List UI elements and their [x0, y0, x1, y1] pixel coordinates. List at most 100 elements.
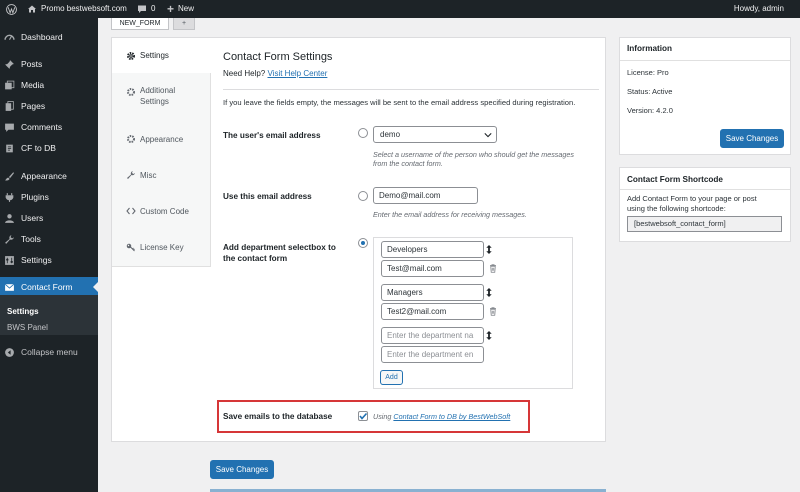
username-select-value: demo: [380, 130, 401, 139]
shortcode-description: Add Contact Form to your page or post us…: [627, 194, 757, 214]
sidebar-item-dashboard[interactable]: Dashboard: [0, 27, 98, 47]
sort-handle-icon[interactable]: [486, 331, 492, 340]
sidebar-item-media[interactable]: Media: [0, 75, 98, 95]
new-label: New: [178, 4, 195, 13]
new-content-link[interactable]: + New: [167, 0, 194, 18]
plus-icon: +: [167, 2, 175, 16]
add-form-tab[interactable]: +: [173, 18, 195, 30]
save-db-description: Using Contact Form to DB by BestWebSoft: [373, 412, 510, 421]
save-db-checkbox[interactable]: [358, 411, 368, 421]
sidebar-item-settings[interactable]: Settings: [0, 250, 98, 270]
collapse-menu-button[interactable]: Collapse menu: [0, 342, 98, 362]
tab-settings[interactable]: Settings: [112, 38, 212, 73]
cf-to-db-link[interactable]: Contact Form to DB by BestWebSoft: [393, 412, 510, 421]
department-radio[interactable]: [358, 238, 368, 248]
site-home-link[interactable]: Promo bestwebsoft.com: [27, 0, 127, 18]
sidebar-item-plugins[interactable]: Plugins: [0, 187, 98, 207]
media-icon: [4, 80, 15, 91]
shortcode-field[interactable]: [bestwebsoft_contact_form]: [627, 216, 782, 232]
collapse-menu-label: Collapse menu: [21, 347, 78, 357]
add-department-button[interactable]: Add: [380, 370, 403, 385]
settings-icon: [4, 255, 15, 266]
pushpin-icon: [4, 59, 15, 70]
tab-label: Custom Code: [140, 206, 189, 216]
user-email-label: The user's email address: [223, 131, 321, 140]
custom-email-label: Use this email address: [223, 192, 312, 201]
department-email-input[interactable]: Test2@mail.com: [381, 303, 484, 320]
save-db-label: Save emails to the database: [223, 412, 333, 421]
admin-bar: Promo bestwebsoft.com 0 + New Howdy, adm…: [0, 0, 800, 18]
form-tab-new-form[interactable]: NEW_FORM: [111, 18, 169, 30]
save-changes-button[interactable]: Save Changes: [210, 460, 274, 479]
plug-icon: [4, 192, 15, 203]
admin-sidebar: Dashboard Posts Media Pages Comments CF …: [0, 18, 98, 492]
tab-license-key[interactable]: License Key: [112, 240, 211, 254]
desc-line: from the contact form.: [373, 159, 443, 168]
sort-handle-icon[interactable]: [486, 245, 492, 254]
tab-label: Additional Settings: [140, 86, 176, 106]
department-email-input[interactable]: Test@mail.com: [381, 260, 484, 277]
wordpress-logo-icon[interactable]: [6, 0, 17, 18]
desc-line: Select a username of the person who shou…: [373, 150, 574, 159]
sidebar-item-posts[interactable]: Posts: [0, 54, 98, 74]
home-icon: [28, 5, 36, 13]
help-text: Need Help? Visit Help Center: [223, 69, 327, 78]
code-icon: [126, 206, 136, 216]
version-text: Version: 4.2.0: [627, 106, 673, 115]
mail-icon: [4, 282, 15, 293]
wrench-icon: [126, 170, 136, 180]
checkmark-icon: [359, 412, 368, 420]
comments-link[interactable]: 0: [137, 0, 155, 18]
user-icon: [4, 213, 15, 224]
page-icon: [4, 100, 15, 112]
department-name-input[interactable]: Managers: [381, 284, 484, 301]
tab-label: License Key: [140, 242, 184, 252]
howdy-account-link[interactable]: Howdy, admin: [734, 0, 784, 18]
submenu-item-settings[interactable]: Settings: [7, 307, 39, 316]
desc-line: Add Contact Form to your page or post: [627, 194, 757, 203]
label-line: the contact form: [223, 254, 288, 263]
help-prefix: Need Help?: [223, 69, 266, 78]
sidebar-item-comments[interactable]: Comments: [0, 117, 98, 137]
new-department-email-input[interactable]: Enter the department en: [381, 346, 484, 363]
sidebar-item-label: Media: [21, 80, 45, 90]
sidebar-item-label: Settings: [21, 255, 52, 265]
sidebar-item-label: Plugins: [21, 192, 49, 202]
custom-email-input[interactable]: Demo@mail.com: [373, 187, 478, 204]
status-text: Status: Active: [627, 87, 673, 96]
tab-custom-code[interactable]: Custom Code: [112, 204, 211, 218]
tab-appearance[interactable]: Appearance: [112, 132, 211, 146]
trash-icon[interactable]: [489, 307, 497, 316]
dashboard-icon: [4, 32, 15, 43]
new-department-name-input[interactable]: Enter the department na: [381, 327, 484, 344]
comment-icon: [4, 122, 15, 133]
sort-handle-icon[interactable]: [486, 288, 492, 297]
sidebar-item-users[interactable]: Users: [0, 208, 98, 228]
user-email-radio[interactable]: [358, 128, 368, 138]
tab-misc[interactable]: Misc: [112, 168, 211, 182]
divider: [223, 89, 599, 90]
sidebar-item-appearance[interactable]: Appearance: [0, 166, 98, 186]
contact-form-submenu: Settings BWS Panel: [0, 295, 98, 335]
shortcode-title: Contact Form Shortcode: [627, 175, 723, 184]
department-name-input[interactable]: Developers: [381, 241, 484, 258]
information-title: Information: [627, 44, 673, 53]
sidebar-item-label: Posts: [21, 59, 43, 69]
sidebar-item-label: Dashboard: [21, 32, 63, 42]
tab-additional-settings[interactable]: Additional Settings: [112, 84, 211, 108]
sidebar-item-cf-to-db[interactable]: CF to DB: [0, 138, 98, 158]
database-icon: [4, 143, 15, 154]
trash-icon[interactable]: [489, 264, 497, 273]
sidebar-item-pages[interactable]: Pages: [0, 96, 98, 116]
comments-count: 0: [151, 4, 156, 13]
label-line: Add department selectbox to: [223, 243, 336, 252]
submenu-item-bws-panel[interactable]: BWS Panel: [7, 323, 48, 332]
username-select[interactable]: demo: [373, 126, 497, 143]
save-changes-button[interactable]: Save Changes: [720, 129, 784, 148]
divider: [620, 60, 790, 61]
site-name: Promo bestwebsoft.com: [41, 4, 127, 13]
sidebar-item-tools[interactable]: Tools: [0, 229, 98, 249]
sidebar-item-contact-form[interactable]: Contact Form: [0, 277, 98, 297]
custom-email-radio[interactable]: [358, 191, 368, 201]
help-center-link[interactable]: Visit Help Center: [267, 69, 327, 78]
